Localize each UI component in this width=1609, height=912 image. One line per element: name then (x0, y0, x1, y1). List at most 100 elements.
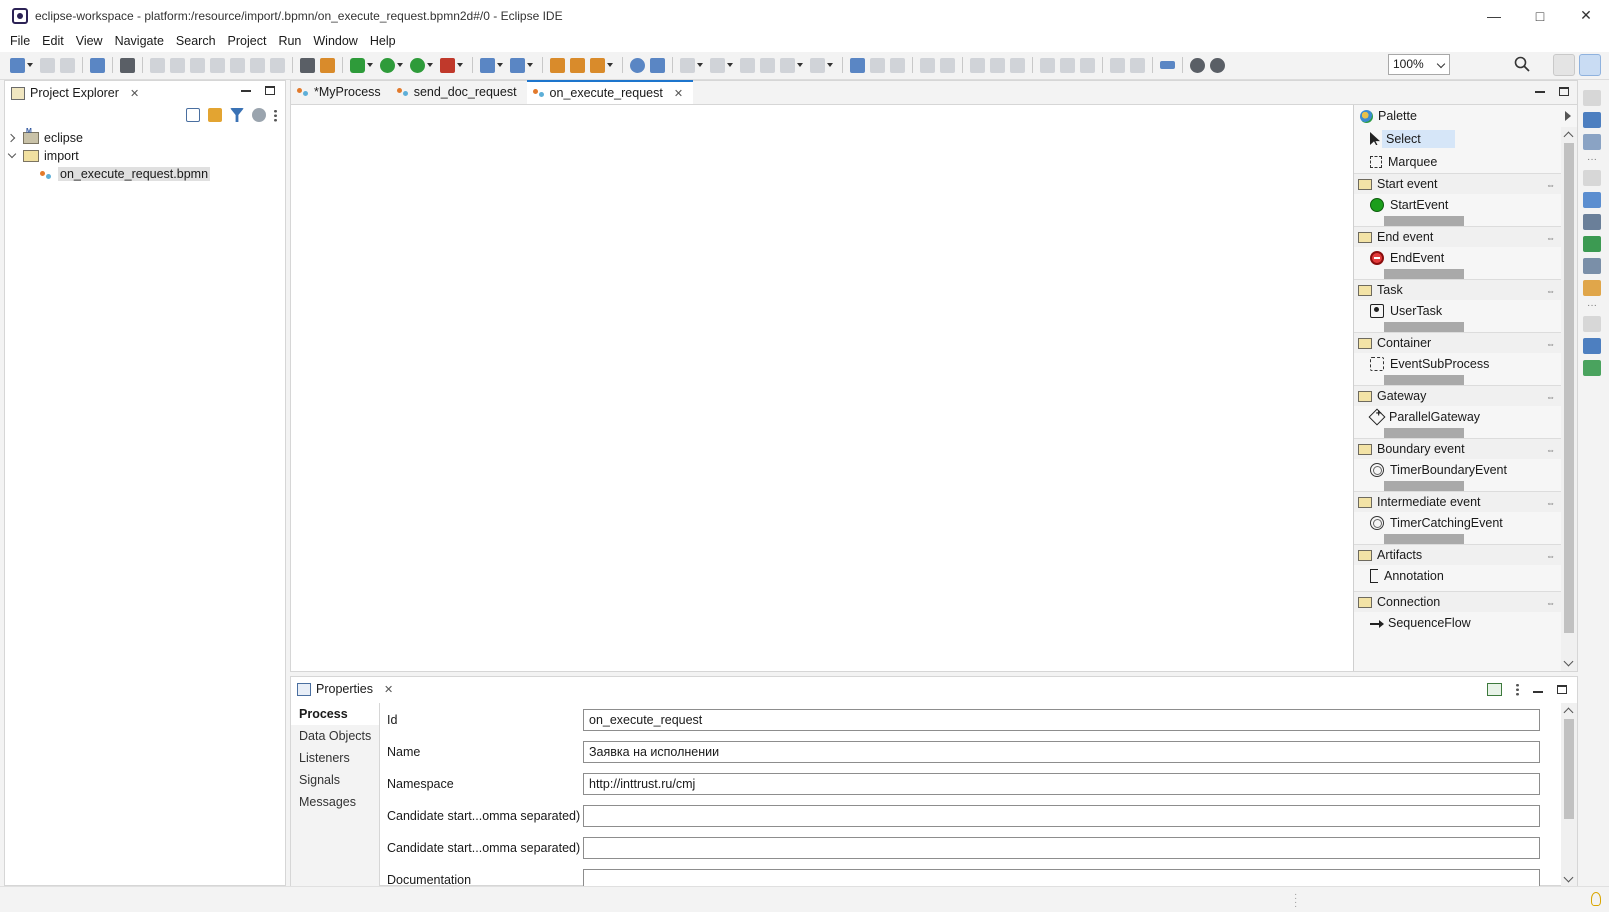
palette-item-timercatchingevent[interactable]: TimerCatchingEvent (1354, 512, 1561, 534)
zoom-combo[interactable]: 100% (1388, 54, 1450, 75)
export-diagram-icon[interactable] (850, 57, 865, 73)
new-package-dropdown-icon[interactable] (497, 63, 503, 67)
suspend-icon[interactable] (170, 57, 185, 73)
lightbulb-icon[interactable] (1591, 892, 1601, 906)
open-folder-icon[interactable] (570, 57, 585, 73)
palette-item-timerboundaryevent[interactable]: TimerBoundaryEvent (1354, 459, 1561, 481)
close-button[interactable]: ✕ (1563, 0, 1609, 31)
pin-icon[interactable]: ⇔ (1546, 180, 1555, 190)
minimize-view-icon[interactable] (1533, 690, 1543, 693)
undo-icon[interactable] (870, 57, 885, 73)
resume-icon[interactable] (150, 57, 165, 73)
palette-tool-marquee[interactable]: Marquee (1354, 150, 1561, 173)
drawer-header[interactable]: Start event ⇔ (1354, 174, 1561, 194)
align-center-icon[interactable] (990, 57, 1005, 73)
pin-icon[interactable]: ⇔ (1546, 339, 1555, 349)
view-menu-icon[interactable] (274, 108, 277, 122)
forward-icon[interactable] (810, 57, 825, 73)
menu-window[interactable]: Window (307, 31, 363, 52)
candidate-starter-groups-input[interactable] (583, 837, 1540, 859)
globe-icon[interactable] (630, 57, 645, 73)
next-annotation-icon[interactable] (680, 57, 695, 73)
next-annotation-dropdown-icon[interactable] (697, 63, 703, 67)
step-into-icon[interactable] (230, 57, 245, 73)
pin-to-selection-icon[interactable] (1487, 683, 1502, 696)
properties-tab[interactable]: Properties ✕ (291, 682, 393, 696)
maximize-editor-icon[interactable] (1559, 87, 1569, 96)
tree-item-import[interactable]: import (5, 147, 285, 165)
paste-icon[interactable] (940, 57, 955, 73)
diagram-canvas[interactable] (291, 105, 1352, 671)
step-over-icon[interactable] (250, 57, 265, 73)
drawer-header[interactable]: Artifacts ⇔ (1354, 545, 1561, 565)
back-dropdown-icon[interactable] (797, 63, 803, 67)
pin-icon[interactable]: ⇔ (1546, 498, 1555, 508)
last-edit-icon[interactable] (740, 57, 755, 73)
drawer-header[interactable]: Gateway ⇔ (1354, 386, 1561, 406)
namespace-input[interactable]: http://inttrust.ru/cmj (583, 773, 1540, 795)
save-all-icon[interactable] (60, 57, 75, 73)
palette-scrollbar[interactable] (1561, 127, 1577, 671)
new-package-icon[interactable] (480, 57, 495, 73)
palette-item-usertask[interactable]: UserTask (1354, 300, 1561, 322)
forward-dropdown-icon[interactable] (827, 63, 833, 67)
drawer-header[interactable]: Boundary event ⇔ (1354, 439, 1561, 459)
close-icon[interactable]: ✕ (384, 683, 393, 696)
id-input[interactable]: on_execute_request (583, 709, 1540, 731)
forward-edit-icon[interactable] (760, 57, 775, 73)
drawer-header[interactable]: End event ⇔ (1354, 227, 1561, 247)
snippets-icon[interactable] (1583, 236, 1601, 252)
restore-icon[interactable] (1583, 90, 1601, 106)
maximize-view-icon[interactable] (265, 86, 275, 95)
properties-nav-messages[interactable]: Messages (291, 791, 379, 813)
new-icon[interactable] (10, 57, 25, 73)
progress-icon[interactable] (1583, 280, 1601, 296)
menu-file[interactable]: File (4, 31, 36, 52)
wizard-icon[interactable] (320, 57, 335, 73)
palette-item-endevent[interactable]: EndEvent (1354, 247, 1561, 269)
close-icon[interactable]: ✕ (674, 87, 683, 100)
menu-help[interactable]: Help (364, 31, 402, 52)
zoom-out-icon[interactable] (1190, 57, 1205, 73)
pin-icon[interactable]: ⇔ (1546, 598, 1555, 608)
pin-icon[interactable]: ⇔ (1546, 551, 1555, 561)
palette-item-parallelgateway[interactable]: ParallelGateway (1354, 406, 1561, 428)
use-step-filters-icon[interactable] (300, 57, 315, 73)
minimize-button[interactable]: — (1471, 0, 1517, 31)
match-width-icon[interactable] (1110, 57, 1125, 73)
previous-annotation-icon[interactable] (710, 57, 725, 73)
match-height-icon[interactable] (1130, 57, 1145, 73)
palette-item-annotation[interactable]: Annotation (1354, 565, 1561, 587)
project-explorer-tab[interactable]: Project Explorer ✕ (5, 86, 139, 100)
candidate-starter-users-input[interactable] (583, 805, 1540, 827)
properties-nav-process[interactable]: Process (291, 703, 379, 725)
pin-icon[interactable]: ⇔ (1546, 392, 1555, 402)
properties-scrollbar[interactable] (1561, 703, 1577, 887)
menu-search[interactable]: Search (170, 31, 222, 52)
chevron-right-icon[interactable] (5, 129, 19, 147)
scroll-down-icon[interactable] (1563, 872, 1574, 883)
terminate-icon[interactable] (190, 57, 205, 73)
minimize-view-icon[interactable] (241, 90, 251, 92)
filter-icon[interactable] (230, 108, 244, 122)
coverage-dropdown-icon[interactable] (427, 63, 433, 67)
menu-run[interactable]: Run (272, 31, 307, 52)
new-class-icon[interactable] (510, 57, 525, 73)
debug-icon[interactable] (350, 57, 365, 73)
back-icon[interactable] (780, 57, 795, 73)
debug-dropdown-icon[interactable] (367, 63, 373, 67)
working-sets-icon[interactable] (252, 108, 266, 122)
disconnect-icon[interactable] (210, 57, 225, 73)
tree-item-bpmn-file[interactable]: on_execute_request.bpmn (5, 165, 285, 183)
ruler-icon[interactable] (1160, 61, 1175, 69)
align-right-icon[interactable] (1010, 57, 1025, 73)
restore-icon[interactable] (1583, 316, 1601, 332)
menu-project[interactable]: Project (222, 31, 273, 52)
new-dropdown-icon[interactable] (27, 63, 33, 67)
name-input[interactable]: Заявка на исполнении (583, 741, 1540, 763)
git-staging-icon[interactable] (1583, 360, 1601, 376)
skip-breakpoints-icon[interactable] (120, 57, 135, 73)
pin-icon[interactable]: ⇔ (1546, 233, 1555, 243)
external-tools-dropdown-icon[interactable] (457, 63, 463, 67)
menu-view[interactable]: View (70, 31, 109, 52)
